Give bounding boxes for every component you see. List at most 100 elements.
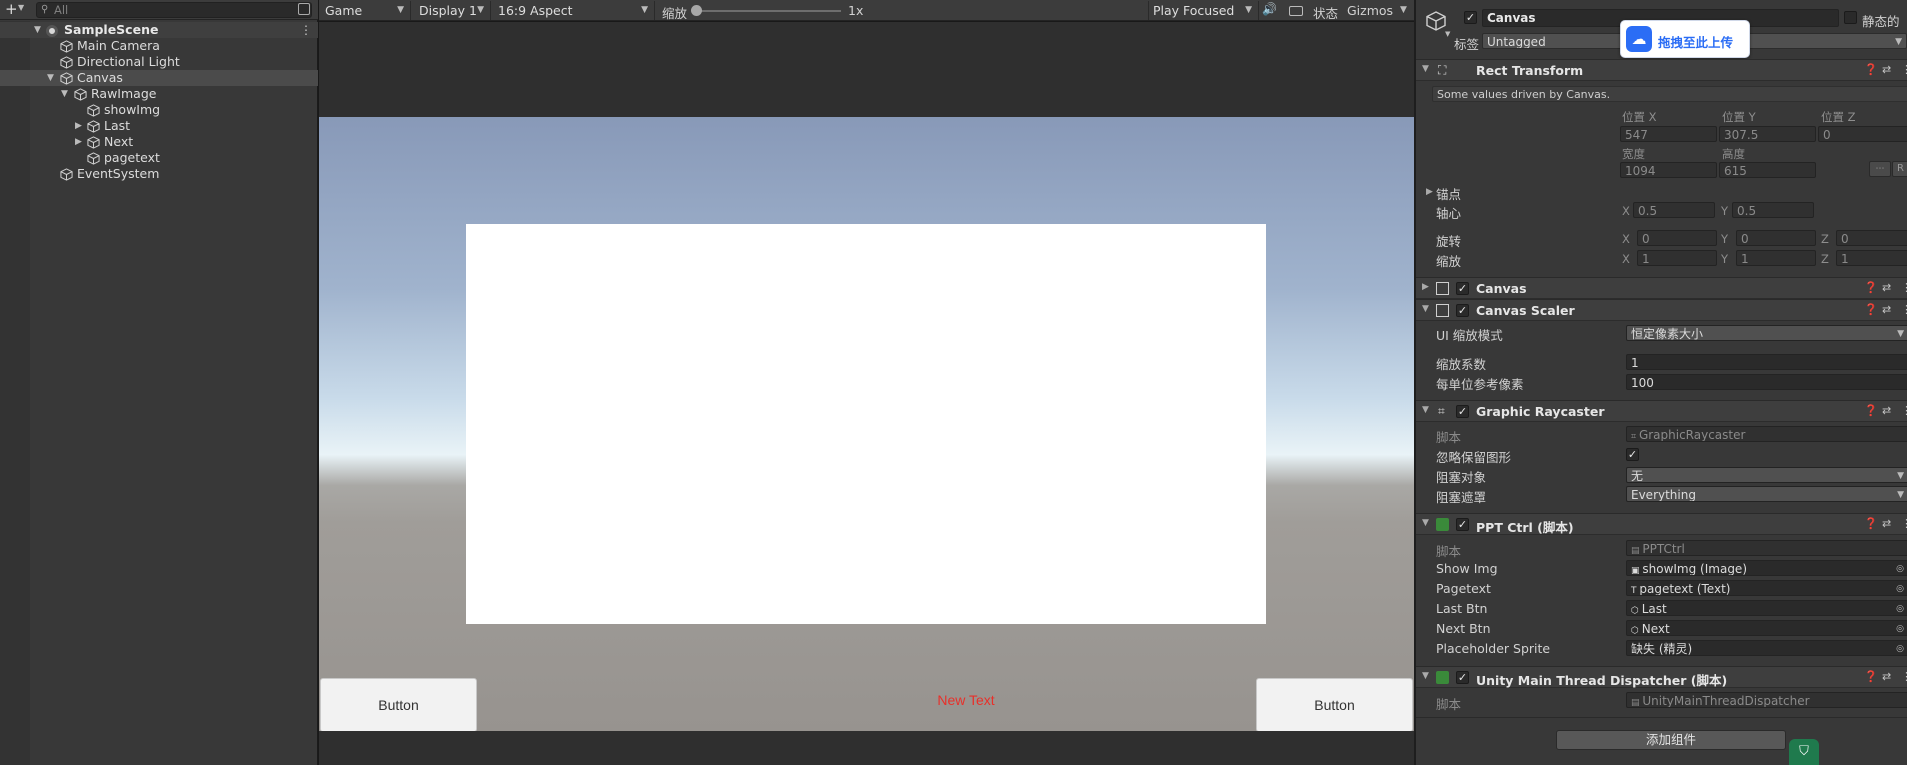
preset-icon[interactable]: ⇄ — [1882, 63, 1891, 76]
add-icon[interactable]: + — [5, 0, 18, 18]
pos-y-field[interactable]: 307.5 — [1719, 126, 1816, 142]
hierarchy-item-showimg[interactable]: showImg — [0, 102, 318, 118]
preset-icon[interactable]: ⇄ — [1882, 281, 1891, 294]
show-img-field[interactable]: ▣ showImg (Image) ◎ — [1626, 560, 1907, 576]
foldout-closed-icon[interactable]: ▶ — [1426, 187, 1433, 197]
canvas-scaler-header[interactable]: ▼ ✓ Canvas Scaler ❓ ⇄ ⋮ — [1416, 299, 1907, 321]
help-icon[interactable]: ❓ — [1864, 281, 1878, 294]
blocking-mask-select[interactable]: Everything ▼ — [1626, 486, 1907, 502]
pagetext-field[interactable]: T pagetext (Text) ◎ — [1626, 580, 1907, 596]
pivot-x-field[interactable]: 0.5 — [1633, 202, 1715, 218]
hierarchy-item-directional-light[interactable]: Directional Light — [0, 54, 318, 70]
display-select[interactable]: Display 1 ▼ — [415, 1, 491, 20]
blueprint-mode-button[interactable]: ⋯ — [1869, 161, 1891, 177]
more-options-icon[interactable]: ⋮ — [1901, 281, 1907, 294]
ui-scale-mode-select[interactable]: 恒定像素大小 ▼ — [1626, 325, 1907, 341]
dispatcher-header[interactable]: ▼ ✓ Unity Main Thread Dispatcher (脚本) ❓ … — [1416, 666, 1907, 688]
foldout-open-icon[interactable]: ▼ — [47, 70, 54, 86]
preset-icon[interactable]: ⇄ — [1882, 404, 1891, 417]
graphic-raycaster-header[interactable]: ▼ ⌗ ✓ Graphic Raycaster ❓ ⇄ ⋮ — [1416, 400, 1907, 422]
foldout-open-icon[interactable]: ▼ — [1422, 64, 1429, 74]
component-enabled-checkbox[interactable]: ✓ — [1456, 304, 1469, 317]
scale-slider-handle[interactable] — [691, 5, 702, 16]
scale-x-field[interactable]: 1 — [1637, 250, 1717, 266]
play-mode-select[interactable]: Play Focused ▼ — [1148, 1, 1259, 20]
canvas-component-header[interactable]: ▶ ✓ Canvas ❓ ⇄ ⋮ — [1416, 277, 1907, 299]
hierarchy-item-pagetext[interactable]: pagetext — [0, 150, 318, 166]
anchors-label[interactable]: 锚点 — [1436, 184, 1461, 203]
help-icon[interactable]: ❓ — [1864, 404, 1878, 417]
chevron-down-icon[interactable]: ▼ — [1445, 30, 1450, 38]
hierarchy-item-eventsystem[interactable]: EventSystem — [0, 166, 318, 182]
hierarchy-item-next[interactable]: ▶ Next — [0, 134, 318, 150]
add-component-button[interactable]: 添加组件 — [1556, 730, 1786, 750]
foldout-open-icon[interactable]: ▼ — [1422, 518, 1429, 528]
last-button[interactable]: Button — [320, 678, 477, 731]
pivot-y-field[interactable]: 0.5 — [1732, 202, 1814, 218]
ignore-reversed-checkbox[interactable]: ✓ — [1626, 448, 1639, 461]
foldout-closed-icon[interactable]: ▶ — [75, 118, 82, 134]
pos-x-field[interactable]: 547 — [1620, 126, 1717, 142]
blocking-objects-select[interactable]: 无 ▼ — [1626, 467, 1907, 483]
search-options-icon[interactable] — [298, 3, 310, 15]
foldout-closed-icon[interactable]: ▶ — [1422, 282, 1429, 292]
scene-row[interactable]: ▼ SampleScene ⋮ — [0, 22, 318, 38]
height-field[interactable]: 615 — [1719, 162, 1816, 178]
hierarchy-search-input[interactable]: ⚲ All — [36, 2, 312, 18]
help-icon[interactable]: ❓ — [1864, 670, 1878, 683]
pos-z-field[interactable]: 0 — [1818, 126, 1907, 142]
aspect-select[interactable]: 16:9 Aspect ▼ — [494, 1, 655, 20]
upload-badge[interactable]: ☁ 拖拽至此上传 — [1620, 20, 1750, 58]
view-select[interactable]: Game ▼ — [321, 1, 411, 20]
more-options-icon[interactable]: ⋮ — [300, 22, 312, 38]
preset-icon[interactable]: ⇄ — [1882, 303, 1891, 316]
foldout-open-icon[interactable]: ▼ — [1422, 304, 1429, 314]
scale-y-field[interactable]: 1 — [1736, 250, 1816, 266]
more-options-icon[interactable]: ⋮ — [1901, 517, 1907, 530]
foldout-open-icon[interactable]: ▼ — [1422, 405, 1429, 415]
help-icon[interactable]: ❓ — [1864, 517, 1878, 530]
object-picker-icon[interactable]: ◎ — [1896, 641, 1904, 655]
foldout-open-icon[interactable]: ▼ — [34, 22, 41, 38]
mute-audio-icon[interactable]: 🔊 — [1262, 2, 1277, 16]
reference-ppu-field[interactable]: 100 — [1626, 374, 1907, 390]
help-icon[interactable]: ❓ — [1864, 63, 1878, 76]
component-enabled-checkbox[interactable]: ✓ — [1456, 671, 1469, 684]
gizmos-dropdown-icon[interactable]: ▼ — [1400, 5, 1407, 15]
rect-transform-header[interactable]: ▼ ⛶ Rect Transform ❓ ⇄ ⋮ — [1416, 59, 1907, 81]
foldout-closed-icon[interactable]: ▶ — [75, 134, 82, 150]
help-icon[interactable]: ❓ — [1864, 303, 1878, 316]
more-options-icon[interactable]: ⋮ — [1901, 63, 1907, 76]
keyboard-shortcuts-icon[interactable] — [1289, 6, 1303, 16]
width-field[interactable]: 1094 — [1620, 162, 1717, 178]
rotation-z-field[interactable]: 0 — [1836, 230, 1907, 246]
scale-factor-field[interactable]: 1 — [1626, 354, 1907, 370]
hierarchy-item-rawimage[interactable]: ▼ RawImage — [0, 86, 318, 102]
stats-button[interactable]: 状态 — [1313, 3, 1338, 22]
hierarchy-item-canvas[interactable]: ▼ Canvas — [0, 70, 318, 86]
hierarchy-item-last[interactable]: ▶ Last — [0, 118, 318, 134]
foldout-open-icon[interactable]: ▼ — [1422, 671, 1429, 681]
security-shield-icon[interactable]: ⛉ — [1789, 739, 1819, 765]
object-picker-icon[interactable]: ◎ — [1896, 621, 1904, 635]
ppt-ctrl-header[interactable]: ▼ ✓ PPT Ctrl (脚本) ❓ ⇄ ⋮ — [1416, 513, 1907, 535]
chevron-down-icon[interactable]: ▼ — [18, 3, 24, 12]
component-enabled-checkbox[interactable]: ✓ — [1456, 405, 1469, 418]
object-picker-icon[interactable]: ◎ — [1896, 581, 1904, 595]
next-button[interactable]: Button — [1256, 678, 1413, 731]
foldout-open-icon[interactable]: ▼ — [61, 86, 68, 102]
hierarchy-item-main-camera[interactable]: Main Camera — [0, 38, 318, 54]
more-options-icon[interactable]: ⋮ — [1901, 404, 1907, 417]
scale-z-field[interactable]: 1 — [1836, 250, 1907, 266]
scale-slider-track[interactable] — [696, 10, 841, 12]
more-options-icon[interactable]: ⋮ — [1901, 303, 1907, 316]
last-btn-field[interactable]: ⬡ Last ◎ — [1626, 600, 1907, 616]
rotation-y-field[interactable]: 0 — [1736, 230, 1816, 246]
next-btn-field[interactable]: ⬡ Next ◎ — [1626, 620, 1907, 636]
object-picker-icon[interactable]: ◎ — [1896, 561, 1904, 575]
placeholder-sprite-field[interactable]: 缺失 (精灵) ◎ — [1626, 640, 1907, 656]
preset-icon[interactable]: ⇄ — [1882, 517, 1891, 530]
active-checkbox[interactable]: ✓ — [1464, 11, 1477, 24]
preset-icon[interactable]: ⇄ — [1882, 670, 1891, 683]
gizmos-button[interactable]: Gizmos — [1347, 3, 1393, 18]
